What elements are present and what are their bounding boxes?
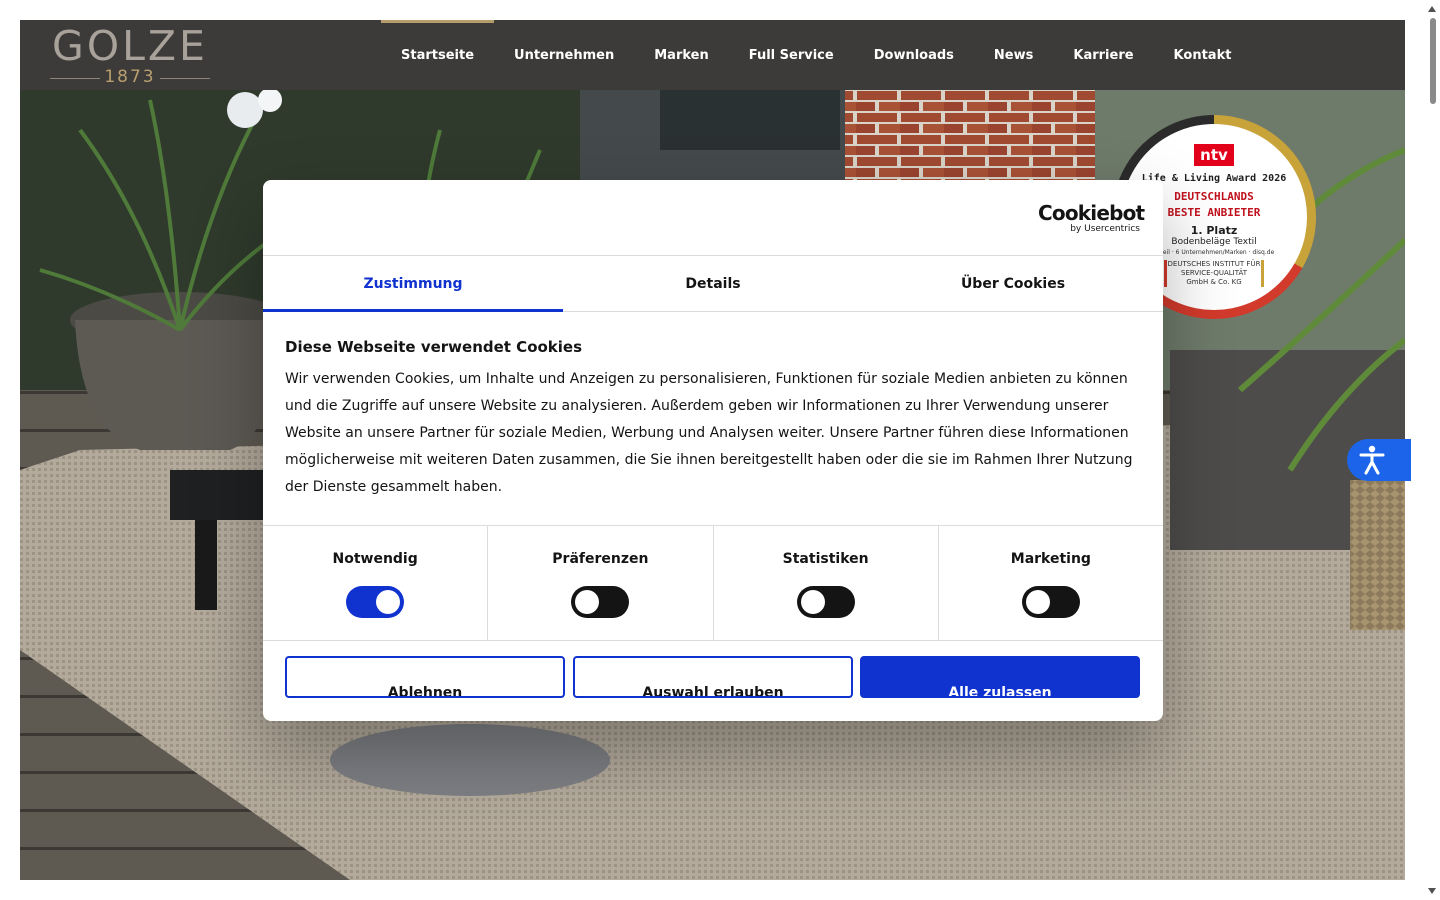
toggle-marketing[interactable]	[1021, 586, 1080, 618]
toggle-knob	[800, 590, 825, 614]
cookie-consent-dialog: Cookiebot by Usercentrics Zustimmung Det…	[263, 180, 1163, 721]
consent-categories: Notwendig Präferenzen Statistiken Market…	[263, 525, 1163, 641]
nav-item-full-service[interactable]: Full Service	[729, 20, 854, 90]
category-label: Statistiken	[782, 551, 869, 567]
toggle-statistiken[interactable]	[796, 586, 855, 618]
cookiebot-byline: by Usercentrics	[1070, 224, 1140, 234]
toggle-knob	[575, 590, 600, 614]
badge-institute-sub: GmbH & Co. KG	[1186, 278, 1242, 286]
cookiebot-wordmark: Cookiebot	[1038, 201, 1145, 225]
category-label: Präferenzen	[552, 551, 649, 567]
accessibility-button[interactable]	[1347, 439, 1411, 481]
nav-item-marken[interactable]: Marken	[634, 20, 729, 90]
golze-logo[interactable]: GOLZE 1873	[48, 22, 212, 87]
consent-buttons: Ablehnen Auswahl erlauben Alle zulassen	[285, 656, 1141, 698]
ntv-logo: ntv	[1194, 144, 1234, 166]
allow-selection-label: Auswahl erlauben	[642, 685, 784, 698]
allow-all-label: Alle zulassen	[948, 685, 1052, 698]
scrollbar-thumb[interactable]	[1430, 18, 1436, 104]
category-label: Marketing	[1010, 551, 1091, 567]
tab-details[interactable]: Details	[563, 256, 863, 311]
category-label: Notwendig	[332, 551, 418, 567]
cookie-title: Diese Webseite verwendet Cookies	[285, 338, 583, 356]
nav-item-kontakt[interactable]: Kontakt	[1154, 20, 1252, 90]
site-header: GOLZE 1873 Startseite Unternehmen Marken…	[20, 20, 1405, 90]
category-notwendig: Notwendig	[263, 526, 489, 640]
scroll-down-arrow-icon[interactable]	[1428, 888, 1436, 894]
nav-item-news[interactable]: News	[974, 20, 1053, 90]
category-marketing: Marketing	[939, 526, 1163, 640]
tab-ueber-cookies[interactable]: Über Cookies	[863, 256, 1163, 311]
nav-item-downloads[interactable]: Downloads	[854, 20, 974, 90]
allow-all-button[interactable]: Alle zulassen	[860, 656, 1140, 698]
badge-institute: DEUTSCHES INSTITUT FÜR SERVICE-QUALITÄT …	[1164, 260, 1264, 287]
nav-item-startseite[interactable]: Startseite	[381, 20, 495, 90]
toggle-knob	[376, 590, 401, 614]
cookiebot-logo[interactable]: Cookiebot by Usercentrics	[1038, 201, 1145, 236]
accessibility-icon	[1359, 445, 1385, 475]
category-praeferenzen: Präferenzen	[488, 526, 714, 640]
nav-item-unternehmen[interactable]: Unternehmen	[494, 20, 634, 90]
toggle-praeferenzen[interactable]	[571, 586, 630, 618]
deny-button-label: Ablehnen	[387, 685, 463, 698]
badge-institute-name: DEUTSCHES INSTITUT FÜR SERVICE-QUALITÄT	[1167, 260, 1261, 277]
logo-word: GOLZE	[52, 22, 208, 70]
scroll-up-arrow-icon[interactable]	[1428, 6, 1436, 12]
main-nav: Startseite Unternehmen Marken Full Servi…	[381, 20, 1251, 90]
deny-button[interactable]: Ablehnen	[285, 656, 565, 698]
cookie-description: Wir verwenden Cookies, um Inhalte und An…	[285, 371, 1133, 495]
page-scrollbar[interactable]	[1425, 0, 1440, 900]
page-frame: GOLZE 1873 Startseite Unternehmen Marken…	[20, 20, 1405, 880]
logo-year: 1873	[104, 67, 156, 87]
category-statistiken: Statistiken	[714, 526, 939, 640]
tab-zustimmung[interactable]: Zustimmung	[263, 256, 563, 312]
toggle-notwendig[interactable]	[346, 586, 405, 618]
cookie-tabs: Zustimmung Details Über Cookies	[263, 256, 1163, 312]
nav-item-karriere[interactable]: Karriere	[1053, 20, 1153, 90]
toggle-knob	[1025, 590, 1050, 614]
allow-selection-button[interactable]: Auswahl erlauben	[573, 656, 853, 698]
